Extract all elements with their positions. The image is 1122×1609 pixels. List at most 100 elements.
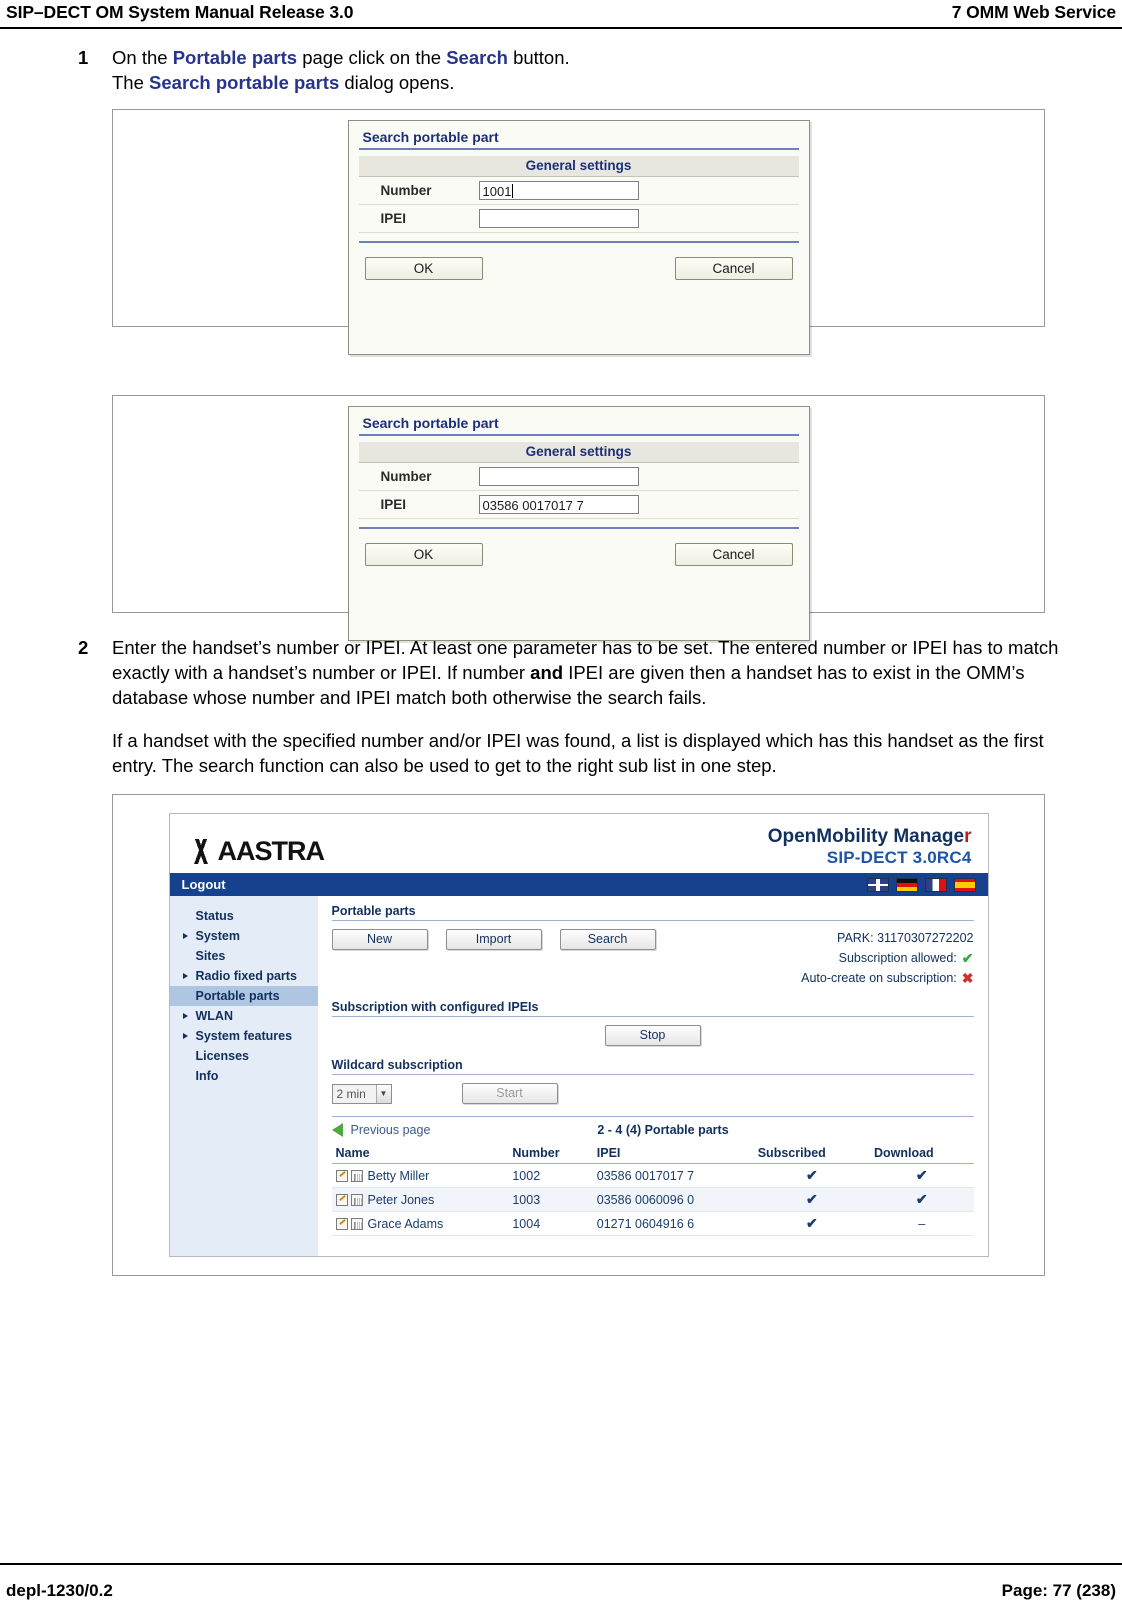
dialog-1-cancel-button[interactable]: Cancel	[674, 257, 793, 280]
search-portable-part-dialog-2: Search portable part General settings Nu…	[347, 406, 810, 641]
delete-icon[interactable]	[350, 1194, 363, 1207]
dialog-1-section-header: General settings	[358, 156, 799, 177]
row-ipei-cell: 03586 0017017 7	[592, 1163, 754, 1189]
previous-page-link[interactable]: Previous page	[351, 1123, 431, 1137]
aastra-logo-mark-icon	[185, 839, 216, 865]
dialog-1-number-label: Number	[380, 183, 432, 198]
edit-icon[interactable]	[335, 1218, 348, 1231]
sidebar-item-sites[interactable]: Sites	[170, 946, 318, 966]
edit-icon[interactable]	[335, 1194, 348, 1207]
page-footer: depl-1230/0.2 Page: 77 (238)	[0, 1581, 1122, 1601]
flag-de-icon[interactable]	[895, 877, 918, 892]
edit-icon[interactable]	[335, 1170, 348, 1183]
column-header-number: Number	[508, 1143, 593, 1165]
row-name-text: Betty Miller	[367, 1168, 430, 1183]
portable-parts-toolbar: New Import Search PARK: 31170307272202 S…	[331, 929, 974, 988]
dialog-2-number-input[interactable]	[478, 467, 639, 486]
dialog-2-cancel-button[interactable]: Cancel	[674, 543, 793, 566]
omm-web-screenshot: AASTRA OpenMobility Manager SIP-DECT 3.0…	[168, 813, 989, 1258]
wildcard-duration-select[interactable]: 2 min ▼	[331, 1083, 392, 1104]
row-action-icons[interactable]	[335, 1194, 363, 1207]
portable-parts-table: Name Number IPEI Subscribed Download Bet…	[331, 1143, 974, 1237]
delete-icon[interactable]	[350, 1218, 363, 1231]
chevron-down-icon: ▼	[375, 1084, 391, 1103]
dialog-2-section-header: General settings	[358, 442, 799, 463]
step-1-line-2: The Search portable parts dialog opens.	[112, 70, 1062, 95]
auto-create-row: Auto-create on subscription: ✖	[801, 968, 973, 988]
import-button[interactable]: Import	[445, 929, 542, 951]
sidebar-item-system[interactable]: System	[170, 926, 318, 946]
logout-link[interactable]: Logout	[182, 877, 226, 892]
dialog-2-ok-button[interactable]: OK	[364, 543, 483, 566]
dialog-1-bottom-space	[359, 298, 799, 344]
aastra-logo: AASTRA	[185, 836, 325, 867]
footer-divider	[0, 1563, 1122, 1565]
delete-icon[interactable]	[350, 1170, 363, 1183]
park-info-block: PARK: 31170307272202 Subscription allowe…	[801, 929, 973, 988]
dialog-2-row-ipei: IPEI 03586 0017017 7	[358, 491, 799, 519]
step-1b-text-pre: The	[112, 72, 150, 93]
row-action-icons[interactable]	[335, 1218, 363, 1231]
flag-uk-icon[interactable]	[866, 877, 889, 892]
figure-search-dialog-ipei: Search portable part General settings Nu…	[112, 395, 1045, 641]
sidebar-item-wlan[interactable]: WLAN	[170, 1006, 318, 1026]
omm-version: SIP-DECT 3.0RC4	[826, 847, 972, 867]
dialog-1-row-number: Number 1001	[358, 177, 799, 205]
row-name-cell: Grace Adams	[331, 1211, 509, 1237]
document-content: 1 On the Portable parts page click on th…	[0, 45, 1122, 1277]
dialog-1-ipei-label: IPEI	[380, 211, 407, 226]
row-name-text: Peter Jones	[367, 1192, 435, 1207]
new-button[interactable]: New	[331, 929, 428, 951]
table-row[interactable]: Betty Miller 1002 03586 0017017 7 ✔ ✔	[331, 1163, 974, 1189]
step-1-text-pre: On the	[112, 47, 173, 68]
dialog-2-ipei-input[interactable]: 03586 0017017 7	[478, 495, 639, 514]
row-number-cell: 1004	[508, 1211, 593, 1237]
stop-button[interactable]: Stop	[604, 1025, 701, 1047]
sidebar-item-info[interactable]: Info	[170, 1066, 318, 1086]
subscription-with-ipeis-title: Subscription with configured IPEIs	[331, 1000, 974, 1018]
omm-body: Status System Sites Radio fixed parts Po…	[169, 896, 988, 1257]
previous-page-arrow-icon[interactable]	[331, 1123, 343, 1138]
sidebar-item-status[interactable]: Status	[170, 906, 318, 926]
footer-left-text: depl-1230/0.2	[6, 1581, 113, 1600]
wildcard-row: 2 min ▼ Start	[331, 1083, 974, 1105]
dialog-2-title: Search portable part	[362, 415, 499, 431]
dialog-2-row-number: Number	[358, 463, 799, 491]
dialog-1-ok-button[interactable]: OK	[364, 257, 483, 280]
dialog-1-wrapper: Search portable part General settings Nu…	[113, 110, 1044, 369]
omm-title-line-1: OpenMobility Manager	[768, 826, 972, 848]
row-name-cell: Peter Jones	[331, 1187, 509, 1213]
dialog-1-ipei-input[interactable]	[478, 209, 639, 228]
dialog-1-number-input[interactable]: 1001	[478, 181, 639, 200]
sidebar-item-system-features[interactable]: System features	[170, 1026, 318, 1046]
table-row[interactable]: Grace Adams 1004 01271 0604916 6 ✔ –	[331, 1211, 974, 1237]
link-portable-parts: Portable parts	[172, 47, 298, 68]
dialog-2-number-label: Number	[380, 469, 432, 484]
auto-create-label: Auto-create on subscription:	[801, 970, 957, 985]
body-paragraph: If a handset with the specified number a…	[112, 730, 1044, 776]
row-download-cell: –	[869, 1211, 974, 1237]
omm-header: AASTRA OpenMobility Manager SIP-DECT 3.0…	[169, 814, 988, 874]
table-header-row: Name Number IPEI Subscribed Download	[331, 1143, 974, 1165]
sidebar-item-licenses[interactable]: Licenses	[170, 1046, 318, 1066]
omm-sidebar: Status System Sites Radio fixed parts Po…	[169, 896, 318, 1257]
sidebar-item-radio-fixed-parts[interactable]: Radio fixed parts	[170, 966, 318, 986]
park-value: PARK: 31170307272202	[837, 931, 974, 946]
column-header-subscribed: Subscribed	[753, 1143, 870, 1165]
flag-es-icon[interactable]	[953, 877, 976, 892]
start-button[interactable]: Start	[461, 1083, 558, 1105]
link-search: Search	[446, 47, 508, 68]
dialog-2-bottom-space	[359, 584, 799, 630]
header-divider	[0, 27, 1122, 29]
flag-fr-icon[interactable]	[924, 877, 947, 892]
row-ipei-cell: 01271 0604916 6	[592, 1211, 754, 1237]
step-1-text-post: button.	[507, 47, 570, 68]
search-button[interactable]: Search	[559, 929, 656, 951]
pagination-bar: Previous page 2 - 4 (4) Portable parts	[331, 1116, 974, 1138]
header-left-text: SIP–DECT OM System Manual Release 3.0	[6, 2, 354, 22]
row-number-cell: 1003	[508, 1187, 593, 1213]
table-row[interactable]: Peter Jones 1003 03586 0060096 0 ✔ ✔	[331, 1187, 974, 1213]
link-search-portable-parts: Search portable parts	[149, 72, 340, 93]
sidebar-item-portable-parts[interactable]: Portable parts	[169, 986, 318, 1007]
row-action-icons[interactable]	[335, 1170, 363, 1183]
